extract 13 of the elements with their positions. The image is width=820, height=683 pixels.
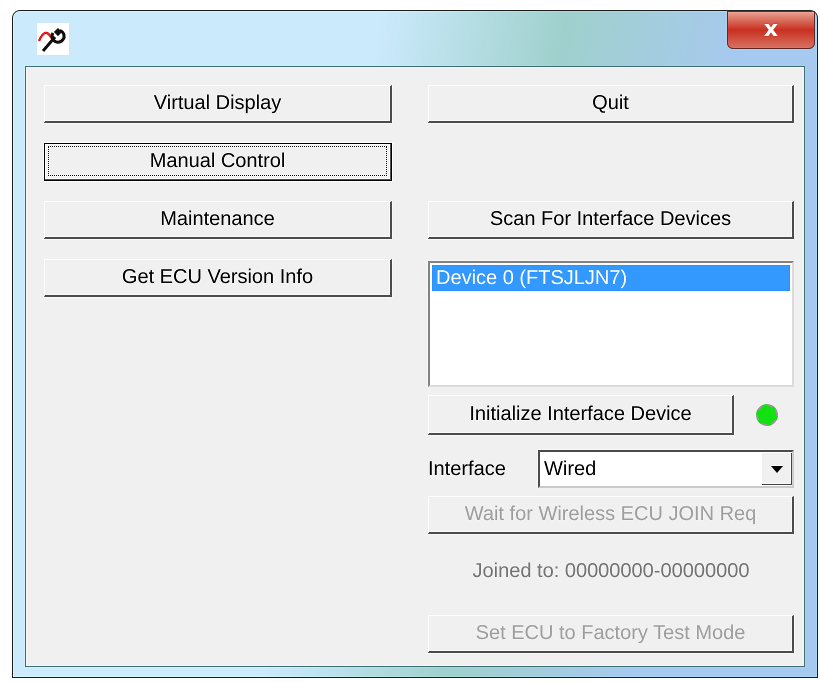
interface-dropdown[interactable]: Wired xyxy=(538,450,794,488)
action-button[interactable]: Virtual Display xyxy=(44,85,392,123)
close-button[interactable]: x xyxy=(727,10,815,48)
action-button[interactable]: Get ECU Version Info xyxy=(44,259,392,297)
dropdown-arrow-icon xyxy=(771,466,783,472)
joined-status-text: Joined to: 00000000-00000000 xyxy=(472,560,750,583)
action-button[interactable]: Maintenance xyxy=(44,201,392,239)
wrench-icon xyxy=(37,22,69,54)
initialize-button[interactable]: Initialize Interface Device xyxy=(428,395,734,435)
quit-button[interactable]: Quit xyxy=(428,85,794,123)
interface-label: Interface xyxy=(428,458,507,480)
scan-button[interactable]: Scan For Interface Devices xyxy=(428,201,794,239)
action-button[interactable]: Manual Control xyxy=(44,143,392,181)
